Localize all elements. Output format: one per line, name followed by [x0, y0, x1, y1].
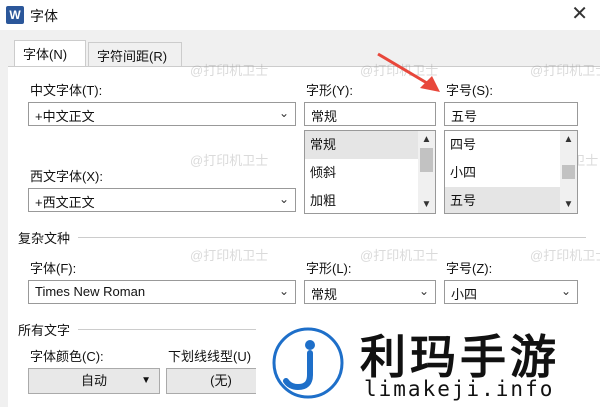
- size-input[interactable]: 五号: [444, 102, 578, 126]
- font-color-label: 字体颜色(C):: [30, 349, 104, 364]
- chevron-down-icon[interactable]: ⌄: [279, 192, 289, 206]
- red-arrow-annotation: [377, 52, 440, 92]
- size-option[interactable]: 五号: [445, 187, 577, 213]
- title-bar: W 字体 ✕: [0, 0, 600, 30]
- style-option[interactable]: 加粗: [305, 187, 435, 213]
- style-listbox[interactable]: 常规 倾斜 加粗 ▲ ▼: [304, 130, 436, 214]
- style-input[interactable]: 常规: [304, 102, 436, 126]
- style-option[interactable]: 常规: [305, 131, 435, 159]
- western-font-value: +西文正文: [35, 195, 95, 210]
- tab-character-spacing[interactable]: 字符间距(R): [88, 42, 182, 66]
- size-option[interactable]: 四号: [445, 131, 577, 159]
- watermark: @打印机卫士: [190, 248, 269, 263]
- style-label: 字形(Y):: [306, 83, 353, 98]
- font-color-value: 自动: [80, 373, 107, 388]
- scroll-down-icon[interactable]: ▼: [418, 196, 435, 213]
- scroll-down-icon[interactable]: ▼: [560, 196, 577, 213]
- watermark-logo: 利玛手游 limakeji.info: [256, 315, 600, 407]
- watermark: @打印机卫士: [190, 153, 269, 168]
- wps-app-icon: W: [6, 6, 24, 24]
- size-listbox[interactable]: 四号 小四 五号 ▲ ▼: [444, 130, 578, 214]
- complex-size-select[interactable]: 小四 ⌄: [444, 280, 578, 304]
- all-text-heading: 所有文字: [18, 323, 71, 338]
- watermark: @打印机卫士: [190, 63, 269, 78]
- scroll-up-icon[interactable]: ▲: [560, 131, 577, 148]
- limakeji-logo-icon: [272, 327, 344, 399]
- watermark: @打印机卫士: [530, 248, 600, 263]
- tab-font[interactable]: 字体(N): [14, 40, 86, 66]
- chinese-font-value: +中文正文: [35, 109, 95, 124]
- complex-font-select[interactable]: Times New Roman ⌄: [28, 280, 296, 304]
- style-option[interactable]: 倾斜: [305, 159, 435, 187]
- section-divider: [78, 329, 256, 330]
- complex-style-label: 字形(L):: [306, 261, 352, 276]
- chinese-font-label: 中文字体(T):: [30, 83, 103, 98]
- complex-style-value: 常规: [311, 287, 338, 302]
- complex-size-value: 小四: [451, 287, 478, 302]
- close-icon[interactable]: ✕: [571, 4, 588, 24]
- font-color-button[interactable]: 自动 ▼: [28, 368, 160, 394]
- chevron-down-icon[interactable]: ⌄: [279, 106, 289, 120]
- complex-size-label: 字号(Z):: [446, 261, 493, 276]
- watermark: @打印机卫士: [360, 248, 439, 263]
- scrollbar-thumb[interactable]: [420, 148, 433, 172]
- chevron-down-icon[interactable]: ⌄: [561, 284, 571, 298]
- complex-font-label: 字体(F):: [30, 261, 77, 276]
- western-font-label: 西文字体(X):: [30, 169, 103, 184]
- chevron-down-icon[interactable]: ⌄: [419, 284, 429, 298]
- size-label: 字号(S):: [446, 83, 493, 98]
- dropdown-arrow-icon[interactable]: ▼: [141, 369, 151, 393]
- scroll-up-icon[interactable]: ▲: [418, 131, 435, 148]
- size-scrollbar[interactable]: ▲ ▼: [560, 131, 577, 213]
- section-divider: [78, 237, 586, 238]
- western-font-select[interactable]: +西文正文 ⌄: [28, 188, 296, 212]
- chinese-font-select[interactable]: +中文正文 ⌄: [28, 102, 296, 126]
- complex-style-select[interactable]: 常规 ⌄: [304, 280, 436, 304]
- watermark: @打印机卫士: [530, 63, 600, 78]
- complex-font-value: Times New Roman: [35, 284, 146, 299]
- chevron-down-icon[interactable]: ⌄: [279, 284, 289, 298]
- logo-english-text: limakeji.info: [364, 377, 555, 401]
- underline-style-label: 下划线线型(U): [168, 349, 252, 364]
- complex-script-heading: 复杂文种: [18, 231, 71, 246]
- style-scrollbar[interactable]: ▲ ▼: [418, 131, 435, 213]
- dialog-title: 字体: [30, 8, 58, 24]
- scrollbar-thumb[interactable]: [562, 164, 575, 180]
- size-option[interactable]: 小四: [445, 159, 577, 187]
